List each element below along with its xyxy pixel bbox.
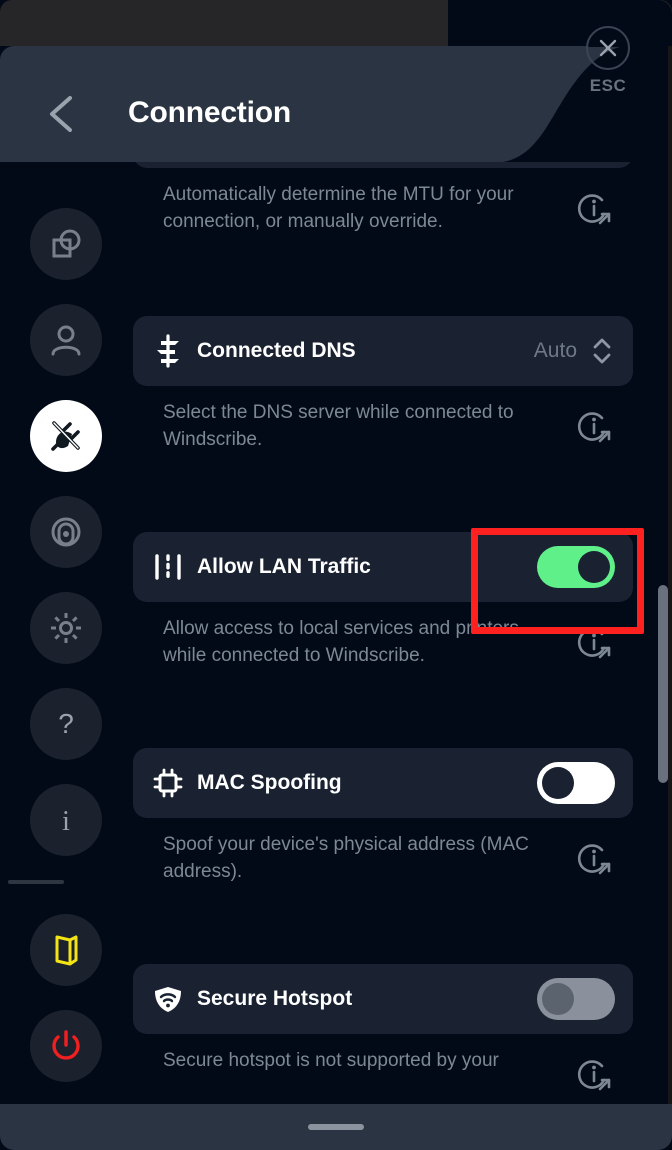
allow-lan-traffic-icon-wrap — [151, 550, 191, 584]
page-title: Connection — [128, 96, 291, 129]
mtu-info-button[interactable] — [575, 182, 615, 233]
info-letter-icon: i — [62, 806, 70, 837]
account-person-icon — [51, 325, 81, 356]
allow-lan-traffic-info-button[interactable] — [575, 616, 615, 667]
mac-spoofing-toggle[interactable] — [537, 762, 615, 804]
windscribe-preferences-window: Connection ESC ? i Automatically determi… — [0, 0, 672, 1150]
svg-text:i: i — [62, 806, 70, 837]
setting-card-allow-lan-traffic: Allow LAN Traffic Allow access to local … — [133, 532, 633, 686]
sidebar-item-connection[interactable] — [30, 400, 102, 472]
toggle-knob — [542, 983, 574, 1015]
sidebar-item-account[interactable] — [30, 304, 102, 376]
back-button[interactable] — [44, 90, 84, 138]
mac-spoofing-info-button[interactable] — [575, 832, 615, 883]
setting-card-connected-dns: Connected DNS Auto Select the DNS server… — [133, 316, 633, 470]
drag-handle[interactable] — [308, 1124, 364, 1130]
connected-dns-description: Select the DNS server while connected to… — [163, 402, 514, 450]
connected-dns-stepper[interactable] — [589, 334, 615, 368]
gear-icon — [51, 613, 81, 643]
sidebar-item-quit[interactable] — [30, 1010, 102, 1082]
connected-dns-label: Connected DNS — [197, 339, 356, 362]
toggle-knob — [542, 767, 574, 799]
allow-lan-traffic-label: Allow LAN Traffic — [197, 555, 371, 578]
sidebar-item-about[interactable]: i — [30, 784, 102, 856]
connected-dns-description-row: Select the DNS server while connected to… — [133, 386, 633, 470]
mac-spoofing-description: Spoof your device's physical address (MA… — [163, 834, 529, 882]
info-external-link-icon — [577, 844, 611, 875]
signpost-dns-icon — [157, 334, 179, 368]
mac-spoofing-row[interactable]: MAC Spoofing — [133, 748, 633, 818]
connected-dns-icon-wrap — [151, 334, 191, 368]
allow-lan-traffic-toggle[interactable] — [537, 546, 615, 588]
info-external-link-icon — [577, 412, 611, 443]
sidebar-item-logout[interactable] — [30, 914, 102, 986]
sidebar-item-advanced[interactable] — [30, 592, 102, 664]
scrollbar-thumb[interactable] — [658, 585, 668, 783]
svg-text:?: ? — [58, 708, 74, 739]
connected-dns-value: Auto — [533, 339, 577, 362]
setting-card-mtu: Automatically determine the MTU for your… — [133, 162, 633, 252]
mtu-description: Automatically determine the MTU for your… — [163, 184, 514, 232]
secure-hotspot-row[interactable]: Secure Hotspot — [133, 964, 633, 1034]
esc-label: ESC — [589, 76, 627, 95]
settings-list: Automatically determine the MTU for your… — [132, 162, 672, 1107]
shield-wifi-icon — [155, 987, 181, 1012]
allow-lan-traffic-description-row: Allow access to local services and print… — [133, 602, 633, 686]
mtu-description-row: Automatically determine the MTU for your… — [133, 168, 633, 252]
secure-hotspot-description-row: Secure hotspot is not supported by your — [133, 1034, 633, 1107]
sidebar: ? i — [0, 162, 132, 1107]
info-external-link-icon — [577, 628, 611, 659]
bottom-bar — [0, 1104, 672, 1150]
secure-hotspot-description: Secure hotspot is not supported by your — [163, 1050, 499, 1071]
general-overlap-icon — [52, 229, 81, 258]
question-mark-icon: ? — [58, 708, 74, 739]
sidebar-item-robert[interactable] — [30, 496, 102, 568]
allow-lan-traffic-description: Allow access to local services and print… — [163, 618, 519, 666]
chevron-up-down-icon — [593, 338, 611, 364]
connected-dns-info-button[interactable] — [575, 400, 615, 451]
mac-spoofing-icon-wrap — [151, 766, 191, 800]
secure-hotspot-label: Secure Hotspot — [197, 987, 353, 1010]
secure-hotspot-info-button[interactable] — [575, 1048, 615, 1099]
mac-spoofing-label: MAC Spoofing — [197, 771, 342, 794]
cpu-chip-icon — [153, 768, 183, 798]
mac-spoofing-description-row: Spoof your device's physical address (MA… — [133, 818, 633, 902]
robert-target-icon — [51, 517, 81, 547]
close-circle — [586, 26, 630, 70]
power-icon — [52, 1030, 80, 1060]
secure-hotspot-toggle[interactable] — [537, 978, 615, 1020]
connection-plug-icon — [51, 421, 80, 451]
sidebar-divider — [8, 880, 64, 884]
info-external-link-icon — [577, 194, 611, 225]
close-button[interactable]: ESC — [572, 26, 644, 96]
setting-card-mac-spoofing: MAC Spoofing Spoof your device's physica… — [133, 748, 633, 902]
toggle-knob — [578, 551, 610, 583]
info-external-link-icon — [577, 1060, 611, 1091]
connected-dns-row[interactable]: Connected DNS Auto — [133, 316, 633, 386]
window-right-edge — [668, 46, 672, 1106]
setting-card-secure-hotspot: Secure Hotspot Secure hotspot is not sup… — [133, 964, 633, 1107]
secure-hotspot-icon-wrap — [151, 982, 191, 1016]
sidebar-item-general[interactable] — [30, 208, 102, 280]
lan-lines-icon — [155, 554, 181, 580]
chevron-left-icon — [50, 96, 72, 132]
allow-lan-traffic-row[interactable]: Allow LAN Traffic — [133, 532, 633, 602]
sidebar-item-help[interactable]: ? — [30, 688, 102, 760]
exit-door-icon — [55, 935, 78, 966]
close-icon — [599, 39, 617, 57]
